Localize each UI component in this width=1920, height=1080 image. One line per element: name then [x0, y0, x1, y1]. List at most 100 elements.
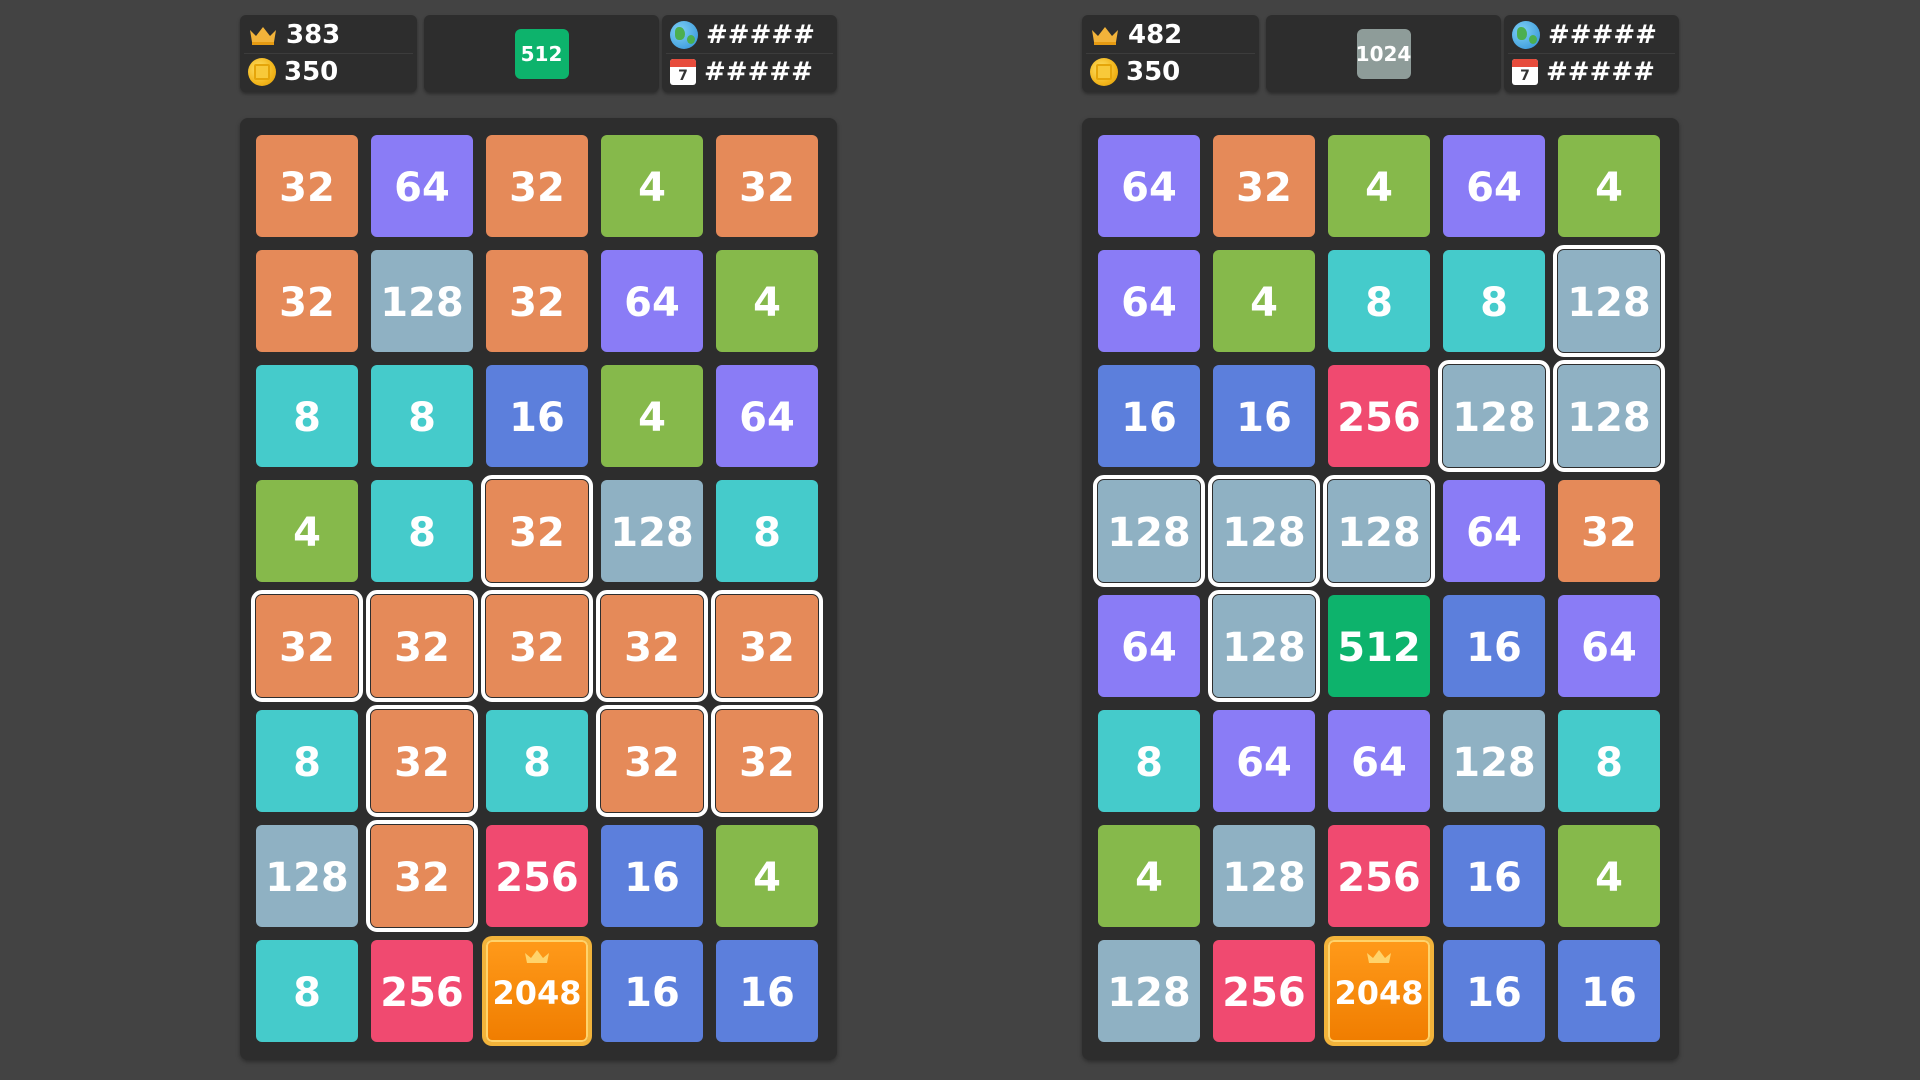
- board-tile[interactable]: 256: [1213, 940, 1315, 1042]
- coin-value: 350: [284, 57, 339, 87]
- board-tile[interactable]: 64: [1328, 710, 1430, 812]
- board-tile[interactable]: 32: [486, 250, 588, 352]
- board-tile[interactable]: 32: [251, 590, 363, 702]
- board-tile[interactable]: 8: [1328, 250, 1430, 352]
- global-rank-row[interactable]: #####: [670, 17, 815, 53]
- daily-rank-row[interactable]: 7 #####: [670, 54, 813, 90]
- board-tile[interactable]: 32: [711, 705, 823, 817]
- board-tile[interactable]: 256: [1328, 365, 1430, 467]
- board-tile[interactable]: 64: [601, 250, 703, 352]
- board-tile[interactable]: 128: [1213, 825, 1315, 927]
- board-tile[interactable]: 32: [366, 820, 478, 932]
- board-tile[interactable]: 4: [256, 480, 358, 582]
- daily-rank-value: #####: [704, 57, 813, 87]
- board-tile[interactable]: 128: [1208, 475, 1320, 587]
- board-tile[interactable]: 128: [1438, 360, 1550, 472]
- board-tile[interactable]: 8: [371, 365, 473, 467]
- board-tile[interactable]: 2048: [1328, 940, 1430, 1042]
- tile-value: 128: [1222, 510, 1306, 556]
- tile-value: 128: [1222, 855, 1306, 901]
- board-tile[interactable]: 32: [711, 590, 823, 702]
- game-board[interactable]: 32 64 32 4 32 32 128 32 64 4 8 8 16 4 64 4 8 32 128 8 32 32 32…: [240, 118, 837, 1060]
- board-tile[interactable]: 8: [1443, 250, 1545, 352]
- board-tile[interactable]: 32: [1558, 480, 1660, 582]
- tile-value: 512: [1337, 625, 1421, 671]
- board-tile[interactable]: 128: [371, 250, 473, 352]
- board-tile[interactable]: 256: [371, 940, 473, 1042]
- board-tile[interactable]: 8: [371, 480, 473, 582]
- board-tile[interactable]: 32: [716, 135, 818, 237]
- board-tile[interactable]: 256: [486, 825, 588, 927]
- board-tile[interactable]: 16: [1443, 595, 1545, 697]
- board-tile[interactable]: 16: [1098, 365, 1200, 467]
- board-tile[interactable]: 128: [1208, 590, 1320, 702]
- board-tile[interactable]: 16: [1443, 940, 1545, 1042]
- board-tile[interactable]: 16: [601, 825, 703, 927]
- board-tile[interactable]: 16: [1558, 940, 1660, 1042]
- board-tile[interactable]: 8: [1558, 710, 1660, 812]
- board-tile[interactable]: 128: [256, 825, 358, 927]
- board-tile[interactable]: 4: [1098, 825, 1200, 927]
- board-tile[interactable]: 128: [601, 480, 703, 582]
- board-tile[interactable]: 32: [366, 705, 478, 817]
- board-tile[interactable]: 128: [1553, 245, 1665, 357]
- board-tile[interactable]: 4: [1328, 135, 1430, 237]
- board-tile[interactable]: 128: [1553, 360, 1665, 472]
- board-tile[interactable]: 64: [1098, 250, 1200, 352]
- board-tile[interactable]: 16: [486, 365, 588, 467]
- coins-row: 350: [248, 54, 338, 90]
- board-tile[interactable]: 4: [601, 135, 703, 237]
- board-tile[interactable]: 512: [1328, 595, 1430, 697]
- board-tile[interactable]: 2048: [486, 940, 588, 1042]
- board-tile[interactable]: 32: [486, 135, 588, 237]
- board-tile[interactable]: 32: [596, 590, 708, 702]
- board-tile[interactable]: 4: [1213, 250, 1315, 352]
- board-tile[interactable]: 4: [601, 365, 703, 467]
- board-tile[interactable]: 32: [481, 590, 593, 702]
- board-tile[interactable]: 32: [256, 135, 358, 237]
- global-rank-value: #####: [706, 20, 815, 50]
- board-tile[interactable]: 4: [1558, 825, 1660, 927]
- tile-value: 16: [739, 970, 795, 1016]
- board-tile[interactable]: 64: [1558, 595, 1660, 697]
- board-tile[interactable]: 32: [1213, 135, 1315, 237]
- board-tile[interactable]: 64: [1213, 710, 1315, 812]
- board-tile[interactable]: 64: [1098, 595, 1200, 697]
- board-tile[interactable]: 8: [486, 710, 588, 812]
- board-tile[interactable]: 16: [601, 940, 703, 1042]
- board-tile[interactable]: 64: [1098, 135, 1200, 237]
- board-tile[interactable]: 32: [596, 705, 708, 817]
- board-tile[interactable]: 8: [256, 940, 358, 1042]
- board-tile[interactable]: 128: [1323, 475, 1435, 587]
- board-tile[interactable]: 128: [1443, 710, 1545, 812]
- daily-rank-row[interactable]: 7 #####: [1512, 54, 1655, 90]
- board-tile[interactable]: 256: [1328, 825, 1430, 927]
- board-tile[interactable]: 8: [716, 480, 818, 582]
- board-tile[interactable]: 8: [256, 710, 358, 812]
- board-tile[interactable]: 16: [1443, 825, 1545, 927]
- board-tile[interactable]: 128: [1098, 940, 1200, 1042]
- board-tile[interactable]: 8: [1098, 710, 1200, 812]
- board-tile[interactable]: 128: [1093, 475, 1205, 587]
- board-tile[interactable]: 4: [716, 825, 818, 927]
- board-tile[interactable]: 8: [256, 365, 358, 467]
- rank-panel[interactable]: ##### 7 #####: [662, 15, 837, 92]
- board-tile[interactable]: 64: [371, 135, 473, 237]
- board-tile[interactable]: 16: [716, 940, 818, 1042]
- tile-value: 128: [1222, 625, 1306, 671]
- board-tile[interactable]: 16: [1213, 365, 1315, 467]
- global-rank-row[interactable]: #####: [1512, 17, 1657, 53]
- board-tile[interactable]: 4: [716, 250, 818, 352]
- board-tile[interactable]: 4: [1558, 135, 1660, 237]
- board-tile[interactable]: 32: [481, 475, 593, 587]
- coin-icon: [1090, 58, 1118, 86]
- rank-panel[interactable]: ##### 7 #####: [1504, 15, 1679, 92]
- board-tile[interactable]: 64: [1443, 480, 1545, 582]
- game-board[interactable]: 64 32 4 64 4 64 4 8 8 128 16 16 256 128 128 128 128 128 64…: [1082, 118, 1679, 1060]
- tile-value: 16: [1466, 970, 1522, 1016]
- tile-value: 128: [265, 855, 349, 901]
- board-tile[interactable]: 64: [1443, 135, 1545, 237]
- board-tile[interactable]: 32: [366, 590, 478, 702]
- board-tile[interactable]: 64: [716, 365, 818, 467]
- board-tile[interactable]: 32: [256, 250, 358, 352]
